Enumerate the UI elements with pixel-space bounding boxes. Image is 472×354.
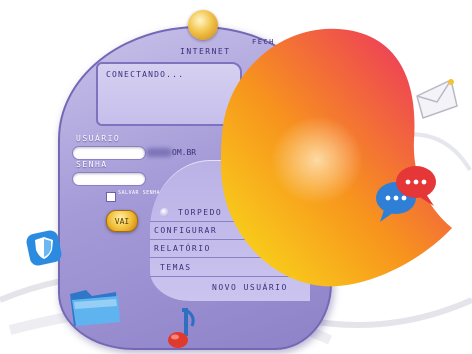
music-note-icon — [168, 308, 195, 348]
shield-icon — [26, 230, 62, 266]
folder-icon — [70, 290, 120, 326]
mail-icon — [416, 78, 458, 119]
screenshot-stage: INTERNET FECH CONECTANDO... USUÁRIO OM.B… — [0, 0, 472, 354]
chat-bubbles-icon — [376, 166, 436, 222]
